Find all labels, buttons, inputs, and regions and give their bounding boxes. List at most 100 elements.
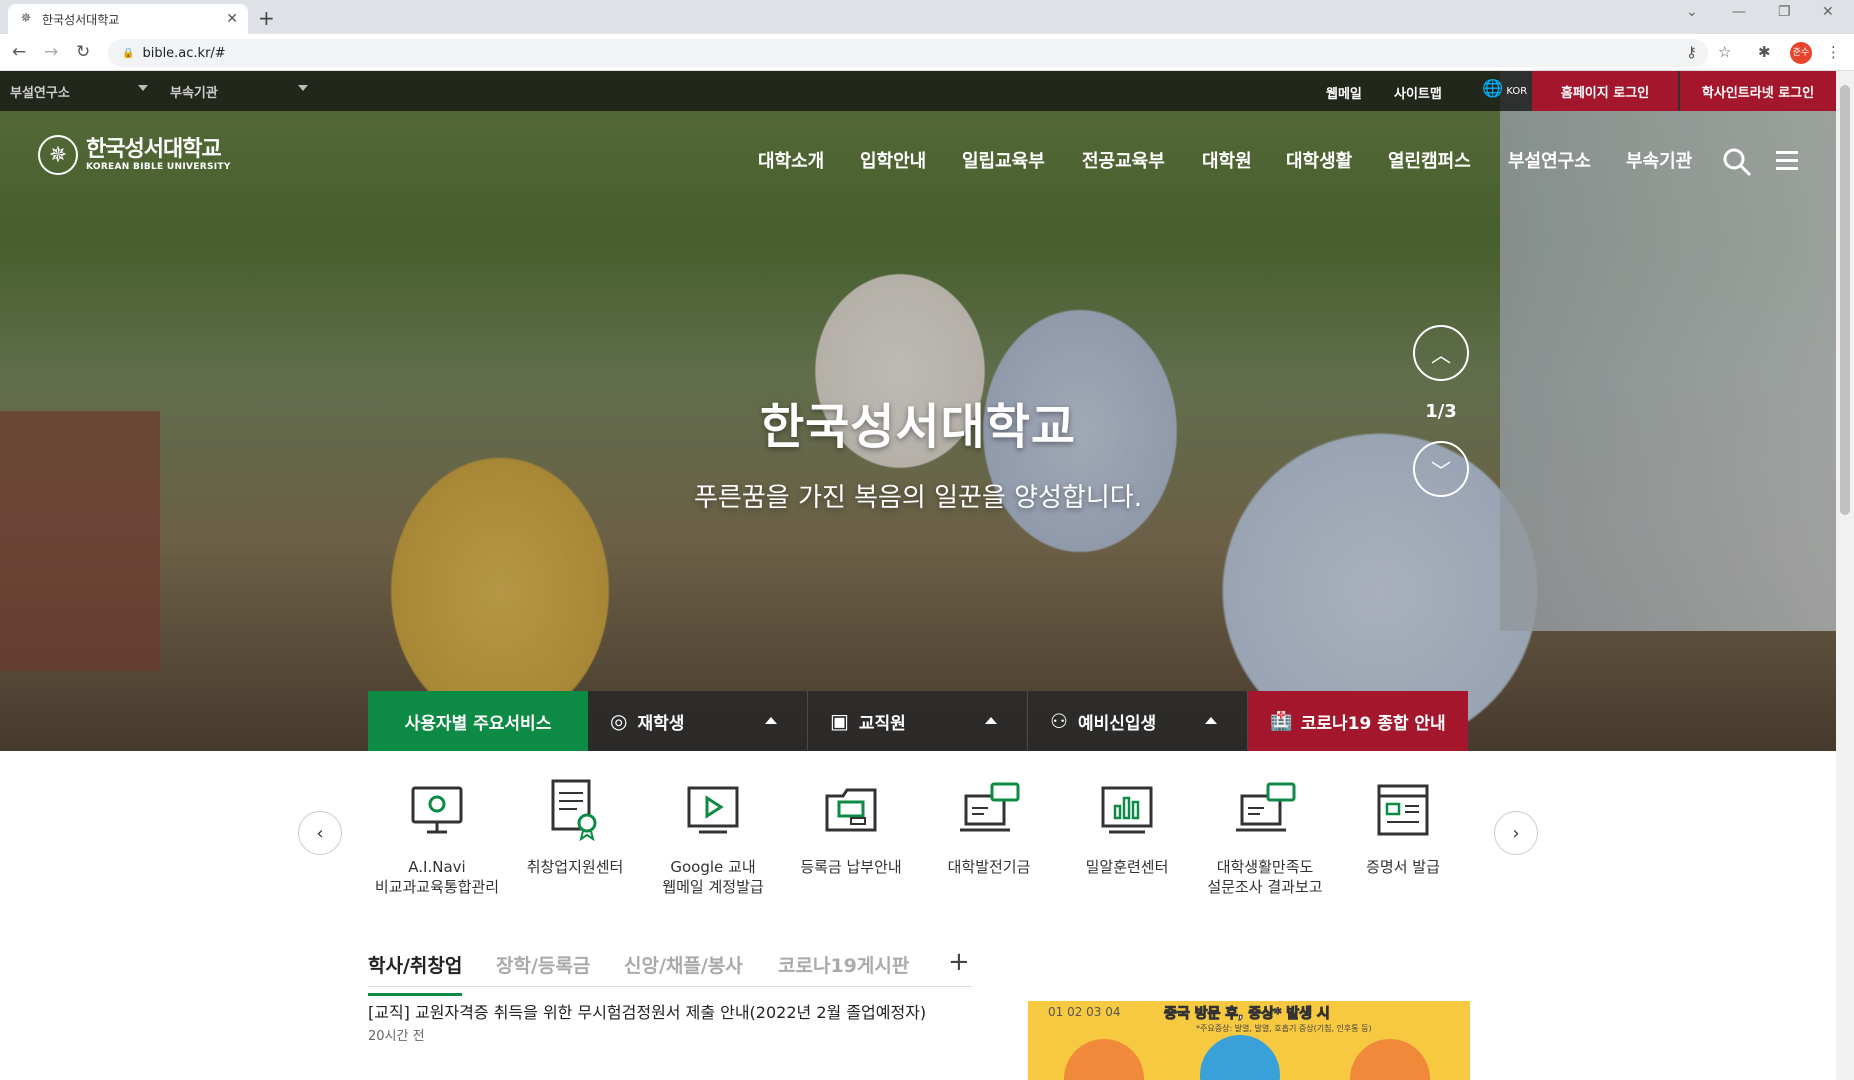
dropdown-label: 부설연구소	[10, 85, 70, 101]
bookmark-star-icon[interactable]: ☆	[1718, 43, 1731, 61]
caret-up-icon	[765, 717, 777, 724]
quicklink-ai-navi[interactable]: A.I.Navi 비교과교육통합관리	[368, 777, 506, 897]
chevron-down-icon: ﹀	[1431, 458, 1451, 483]
lock-icon: 🔒	[122, 47, 135, 59]
covid-banner[interactable]: 01 02 03 04 중국 방문 후, 증상* 발생 시 *주요증상: 발열,…	[1028, 1001, 1470, 1080]
restore-button[interactable]: ❐	[1778, 4, 1791, 20]
page-scrollbar[interactable]	[1836, 71, 1854, 1080]
forward-icon[interactable]: →	[44, 42, 58, 62]
chevron-left-icon: ‹	[316, 822, 324, 844]
covid-info-button[interactable]: 🏥 코로나19 종합 안내	[1248, 691, 1468, 751]
briefcase-icon: ▣	[830, 709, 849, 733]
freshman-services-dropdown[interactable]: ⚇ 예비신입생	[1028, 691, 1248, 751]
quicklink-career-center[interactable]: 취창업지원센터	[506, 777, 644, 877]
slide-prev-button[interactable]: ︿	[1413, 325, 1469, 381]
language-label: KOR	[1506, 86, 1528, 97]
banner-title: 중국 방문 후, 증상* 발생 시	[1164, 1006, 1331, 1023]
menu-dots-icon[interactable]: ⋮	[1826, 43, 1841, 61]
scrollbar-thumb[interactable]	[1840, 85, 1850, 515]
news-more-plus-icon[interactable]: +	[948, 947, 970, 977]
tab-title: 한국성서대학교	[42, 12, 120, 27]
banner-pagination[interactable]: 01 02 03 04	[1048, 1005, 1121, 1019]
quicklinks-prev-button[interactable]: ‹	[298, 811, 342, 855]
tab-scholarship-tuition[interactable]: 장학/등록금	[496, 951, 590, 978]
laptop-chat-icon	[1196, 777, 1334, 843]
hamburger-menu-icon[interactable]	[1776, 147, 1800, 179]
dropdown-affiliated-institutions[interactable]: 부속기관	[170, 71, 310, 111]
gnb-item-admission[interactable]: 입학안내	[860, 147, 926, 173]
staff-services-dropdown[interactable]: ▣ 교직원	[808, 691, 1028, 751]
key-icon[interactable]: ⚷	[1686, 43, 1697, 61]
url-field[interactable]: 🔒 bible.ac.kr/#	[108, 39, 1708, 67]
gnb-item-about[interactable]: 대학소개	[758, 147, 824, 173]
gnb-item-illip-education[interactable]: 일립교육부	[962, 147, 1045, 173]
chart-monitor-icon	[1058, 777, 1196, 843]
notice-item-time: 20시간 전	[368, 1029, 425, 1044]
quicklink-label: 대학생활만족도 설문조사 결과보고	[1207, 858, 1323, 896]
hospital-icon: 🏥	[1270, 710, 1293, 732]
quicklinks-next-button[interactable]: ›	[1494, 811, 1538, 855]
quicklink-label: A.I.Navi 비교과교육통합관리	[374, 858, 500, 896]
tab-search-icon[interactable]: ⌄	[1686, 4, 1698, 20]
quicklink-satisfaction-survey[interactable]: 대학생활만족도 설문조사 결과보고	[1196, 777, 1334, 897]
staff-label: 교직원	[858, 713, 906, 734]
quicklink-label: 등록금 납부안내	[800, 858, 902, 876]
tab-covid-board[interactable]: 코로나19게시판	[778, 951, 909, 978]
quicklink-label: Google 교내 웹메일 계정발급	[662, 858, 764, 896]
gnb-item-campus-life[interactable]: 대학생활	[1286, 147, 1352, 173]
banner-illustration-hospital	[1064, 1039, 1144, 1080]
utility-bar: 부설연구소 부속기관 웹메일 사이트맵 🌐 KOR 홈페이지 로그인 학사인트라…	[0, 71, 1836, 111]
website: 부설연구소 부속기관 웹메일 사이트맵 🌐 KOR 홈페이지 로그인 학사인트라…	[0, 71, 1836, 1080]
gnb-item-graduate-school[interactable]: 대학원	[1202, 147, 1252, 173]
browser-tab[interactable]: ✵ 한국성서대학교 ✕	[8, 4, 248, 34]
caret-down-icon	[138, 85, 148, 91]
gnb-item-open-campus[interactable]: 열린캠퍼스	[1388, 147, 1471, 173]
news-tabs: 학사/취창업 장학/등록금 신앙/채플/봉사 코로나19게시판	[368, 951, 972, 996]
banner-subtitle: *주요증상: 발열, 발열, 호흡기 증상(기침, 인후통 등)	[1196, 1024, 1372, 1033]
new-tab-button[interactable]: +	[258, 6, 275, 30]
user-circle-icon: ◎	[610, 709, 628, 733]
dropdown-research-institutes[interactable]: 부설연구소	[10, 71, 150, 111]
url-text: bible.ac.kr/#	[142, 45, 226, 61]
quicklink-certificate-issue[interactable]: 증명서 발급	[1334, 777, 1472, 877]
reload-icon[interactable]: ↻	[76, 42, 90, 62]
quicklink-mustard-seed-center[interactable]: 밀알훈련센터	[1058, 777, 1196, 877]
caret-up-icon	[985, 717, 997, 724]
extensions-icon[interactable]: ✱	[1758, 43, 1771, 61]
sitemap-link[interactable]: 사이트맵	[1394, 83, 1442, 102]
banner-illustration-doctor	[1350, 1039, 1430, 1080]
back-icon[interactable]: ←	[12, 42, 26, 62]
tab-academic-career[interactable]: 학사/취창업	[368, 951, 463, 996]
profile-avatar[interactable]: 준수	[1790, 42, 1812, 64]
hero-title: 한국성서대학교	[759, 399, 1077, 455]
freshman-label: 예비신입생	[1077, 713, 1157, 734]
close-tab-icon[interactable]: ✕	[226, 11, 238, 27]
close-window-button[interactable]: ✕	[1822, 4, 1834, 20]
university-seal-icon: ✵	[38, 135, 78, 175]
search-icon[interactable]	[1722, 147, 1752, 181]
language-selector[interactable]: 🌐 KOR	[1482, 79, 1527, 99]
slide-next-button[interactable]: ﹀	[1413, 441, 1469, 497]
student-services-dropdown[interactable]: ◎ 재학생	[588, 691, 808, 751]
laptop-chat-icon	[920, 777, 1058, 843]
minimize-button[interactable]: —	[1732, 4, 1746, 20]
gnb-item-affiliated-institutions[interactable]: 부속기관	[1626, 147, 1692, 173]
quicklink-label: 증명서 발급	[1366, 858, 1440, 876]
hero-subtitle: 푸른꿈을 가진 복음의 일꾼을 양성합니다.	[694, 483, 1142, 513]
homepage-login-button[interactable]: 홈페이지 로그인	[1532, 71, 1678, 111]
quicklink-development-fund[interactable]: 대학발전기금	[920, 777, 1058, 877]
tab-faith-chapel-service[interactable]: 신앙/채플/봉사	[624, 951, 743, 978]
quicklink-google-webmail[interactable]: Google 교내 웹메일 계정발급	[644, 777, 782, 897]
browser-tab-bar: ✵ 한국성서대학교 ✕ + ⌄ — ❐ ✕	[0, 0, 1854, 34]
caret-up-icon	[1205, 717, 1217, 724]
gnb-item-major-education[interactable]: 전공교육부	[1082, 147, 1165, 173]
user-services-bar: 사용자별 주요서비스 ◎ 재학생 ▣ 교직원 ⚇ 예비신입생 🏥 코로나19 종…	[368, 691, 1468, 751]
intranet-login-button[interactable]: 학사인트라넷 로그인	[1680, 71, 1836, 111]
site-logo[interactable]: ✵ 한국성서대학교 KOREAN BIBLE UNIVERSITY	[38, 135, 231, 175]
webmail-link[interactable]: 웹메일	[1326, 83, 1362, 102]
monitor-gear-icon	[368, 777, 506, 843]
quicklink-tuition[interactable]: 등록금 납부안내	[782, 777, 920, 877]
gnb-item-research-institutes[interactable]: 부설연구소	[1508, 147, 1591, 173]
logo-english-name: KOREAN BIBLE UNIVERSITY	[86, 162, 231, 172]
notice-item-title[interactable]: [교직] 교원자격증 취득을 위한 무시험검정원서 제출 안내(2022년 2월…	[368, 999, 926, 1023]
